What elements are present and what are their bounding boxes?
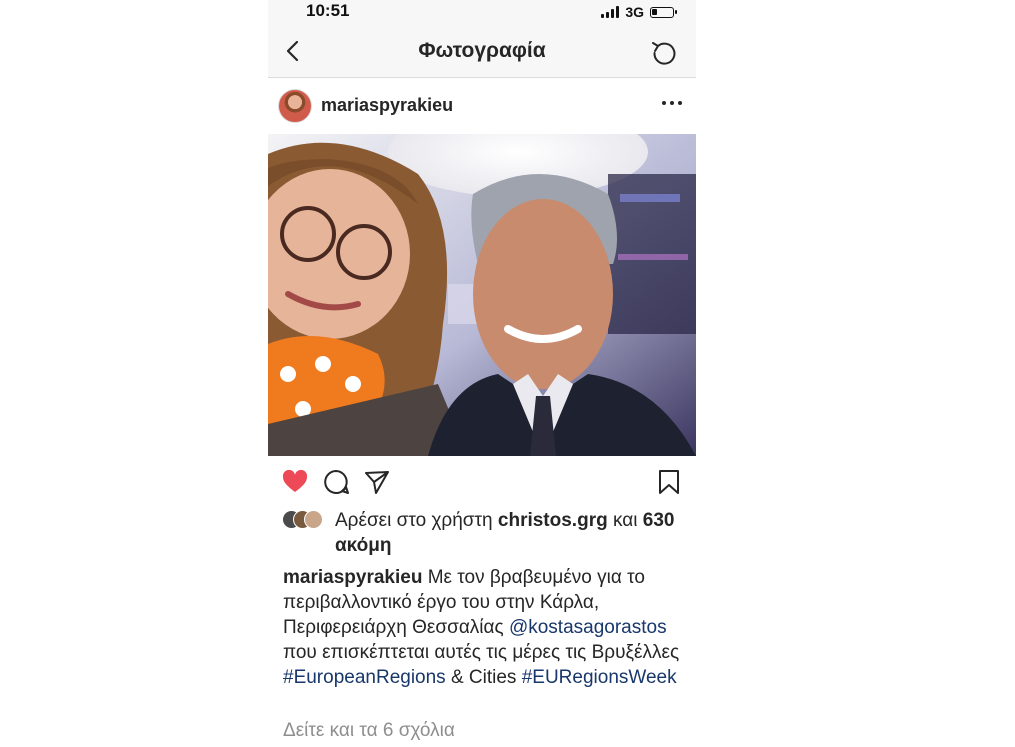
caption-text: που επισκέπτεται αυτές τις μέρες τις Βρυ… [283, 642, 680, 663]
signal-icon [601, 6, 620, 18]
likes-connector: και [612, 510, 638, 531]
post-header: mariaspyrakieu [268, 79, 696, 134]
refresh-icon [652, 42, 676, 65]
share-button[interactable] [363, 468, 391, 496]
comment-button[interactable] [322, 468, 350, 496]
status-bar: 10:51 3G [268, 0, 696, 24]
avatar[interactable] [278, 89, 312, 123]
save-button[interactable] [655, 468, 683, 496]
liker-username[interactable]: christos.grg [498, 510, 608, 531]
battery-icon [650, 6, 677, 18]
selfie-photo [268, 134, 696, 456]
instagram-post-screen: 10:51 3G Φωτογραφία mariaspyrakieu Αρέσε… [268, 0, 696, 747]
refresh-button[interactable] [650, 39, 678, 67]
post-username[interactable]: mariaspyrakieu [321, 95, 453, 116]
status-time: 10:51 [306, 1, 350, 20]
ellipsis-icon [662, 101, 666, 105]
likes-prefix: Αρέσει στο χρήστη [335, 510, 493, 531]
caption-hashtag[interactable]: #EURegionsWeek [522, 667, 677, 688]
send-icon [365, 471, 389, 494]
navigation-bar: Φωτογραφία [268, 24, 696, 78]
post-caption: mariaspyrakieu Με τον βραβευμένο για το … [283, 565, 688, 690]
more-options-button[interactable] [662, 93, 682, 113]
post-photo[interactable] [268, 134, 696, 456]
caption-text: & Cities [450, 667, 517, 688]
like-button[interactable] [281, 468, 309, 496]
network-type: 3G [625, 4, 644, 20]
action-bar [268, 458, 696, 504]
bookmark-icon [659, 470, 679, 494]
heart-icon [282, 469, 308, 492]
comment-icon [324, 470, 349, 494]
avatar [304, 510, 323, 529]
page-title: Φωτογραφία [418, 39, 546, 62]
caption-username[interactable]: mariaspyrakieu [283, 567, 422, 588]
caption-mention[interactable]: @kostasagorastos [509, 617, 667, 638]
likes-text[interactable]: Αρέσει στο χρήστη christos.grg και 630 α… [335, 508, 695, 558]
caption-hashtag[interactable]: #EuropeanRegions [283, 667, 446, 688]
liker-avatars [282, 510, 332, 529]
view-comments-link[interactable]: Δείτε και τα 6 σχόλια [283, 720, 455, 742]
